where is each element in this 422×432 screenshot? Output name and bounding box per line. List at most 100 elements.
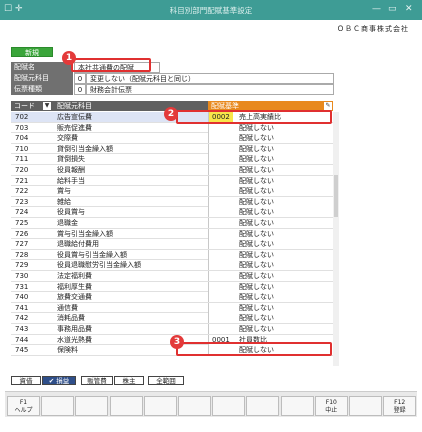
table-row[interactable]: 741 通信費 配賦しない [11, 302, 334, 314]
function-key-5[interactable] [143, 396, 177, 416]
new-button[interactable]: 新規 [11, 47, 53, 57]
row-allocation-standard[interactable]: 配賦しない [208, 218, 334, 228]
table-row[interactable]: 727 退職給付費用 配賦しない [11, 239, 334, 250]
function-key-9[interactable] [280, 396, 314, 416]
tab-all-range[interactable]: 全範囲 [148, 376, 184, 385]
function-key-1[interactable]: F1 ヘルプ [7, 396, 40, 416]
table-row[interactable]: 721 給料手当 配賦しない [11, 175, 334, 187]
function-key-6[interactable] [178, 396, 211, 416]
row-allocation-standard[interactable]: 配賦しない [208, 143, 334, 154]
row-code: 741 [15, 303, 29, 312]
row-allocation-standard[interactable]: 配賦しない [208, 249, 334, 260]
step-badge-3: 3 [170, 335, 184, 349]
table-row[interactable]: 743 事務用品費 配賦しない [11, 324, 334, 335]
scrollbar[interactable] [333, 112, 339, 366]
row-standard-name: 配賦しない [239, 166, 274, 174]
table-row[interactable]: 731 福利厚生費 配賦しない [11, 281, 334, 293]
row-allocation-standard[interactable]: 配賦しない [208, 313, 334, 324]
row-allocation-standard[interactable]: 配賦しない [208, 207, 334, 218]
table-row[interactable]: 723 雑給 配賦しない [11, 196, 334, 208]
close-button[interactable]: ✕ [405, 4, 413, 14]
row-standard-name: 配賦しない [239, 240, 274, 249]
fkey-number: F1 [19, 399, 28, 406]
row-standard-name: 配賦しない [239, 176, 274, 185]
row-standard-name: 配賦しない [239, 229, 274, 238]
highlight-box-2 [176, 110, 332, 124]
table-row[interactable]: 726 賞与引当金繰入額 配賦しない [11, 228, 334, 240]
row-allocation-standard[interactable]: 配賦しない [208, 175, 334, 186]
table-row[interactable]: 730 法定福利費 配賦しない [11, 271, 334, 282]
row-allocation-standard[interactable]: 配賦しない [208, 133, 334, 144]
company-name: ＯＢＣ商事株式会社 [337, 25, 409, 33]
table-row[interactable]: 711 貸倒損失 配賦しない [11, 154, 334, 165]
row-allocation-standard[interactable]: 配賦しない [208, 122, 334, 133]
row-allocation-standard[interactable]: 配賦しない [208, 324, 334, 334]
function-key-12[interactable]: F12 登録 [383, 396, 417, 416]
row-account: 役員退職慰労引当金繰入額 [57, 261, 141, 270]
row-code: 730 [15, 272, 29, 280]
table-row[interactable]: 724 役員賞与 配賦しない [11, 207, 334, 218]
pin-column-icon[interactable]: ✎ [324, 102, 332, 110]
row-account: 退職金 [57, 219, 78, 227]
row-code: 725 [15, 219, 29, 227]
row-allocation-standard[interactable]: 配賦しない [208, 292, 334, 303]
scrollbar-thumb[interactable] [334, 175, 338, 217]
function-key-4[interactable] [109, 396, 143, 416]
row-account: 役員賞与 [57, 208, 85, 217]
table-row[interactable]: 729 役員退職慰労引当金繰入額 配賦しない [11, 260, 334, 271]
table-row[interactable]: 725 退職金 配賦しない [11, 218, 334, 229]
tab-sga[interactable]: 販管費 [81, 376, 113, 385]
table-row[interactable]: 722 賞与 配賦しない [11, 186, 334, 197]
sort-dropdown-icon[interactable]: ▼ [43, 102, 51, 110]
row-allocation-standard[interactable]: 配賦しない [208, 186, 334, 197]
tab-profit-loss[interactable]: ✔ 損益 [42, 376, 76, 385]
minimize-button[interactable]: — [372, 4, 381, 14]
table-row[interactable]: 728 役員賞与引当金繰入額 配賦しない [11, 249, 334, 261]
function-key-3[interactable] [75, 396, 109, 416]
table-row[interactable]: 742 消耗品費 配賦しない [11, 313, 334, 324]
row-code: 744 [15, 335, 29, 344]
row-standard-name: 配賦しない [239, 144, 274, 153]
table-row[interactable]: 720 役員報酬 配賦しない [11, 165, 334, 176]
function-key-10[interactable]: F10 中止 [314, 396, 348, 416]
function-key-7[interactable] [212, 396, 246, 416]
restore-button[interactable]: ▭ [388, 4, 397, 14]
row-allocation-standard[interactable]: 配賦しない [208, 165, 334, 175]
row-account: 消耗品費 [57, 314, 85, 323]
row-allocation-standard[interactable]: 配賦しない [208, 239, 334, 250]
row-code: 704 [15, 134, 29, 143]
row-allocation-standard[interactable]: 配賦しない [208, 154, 334, 165]
source-account-code[interactable]: 0 [74, 73, 86, 84]
table-row[interactable]: 704 交際費 配賦しない [11, 133, 334, 144]
row-allocation-standard[interactable]: 配賦しない [208, 302, 334, 313]
row-allocation-standard[interactable]: 配賦しない [208, 196, 334, 207]
table-row[interactable]: 740 旅費交通費 配賦しない [11, 292, 334, 303]
fkey-label: 中止 [325, 407, 338, 414]
table-row[interactable]: 710 貸倒引当金繰入額 配賦しない [11, 143, 334, 155]
col-code[interactable]: コード [14, 101, 35, 111]
function-key-8[interactable] [246, 396, 280, 416]
row-account: 広告宣伝費 [57, 113, 92, 121]
row-standard-name: 配賦しない [239, 197, 274, 206]
step-badge-2: 2 [164, 107, 178, 121]
row-allocation-standard[interactable]: 配賦しない [208, 228, 334, 239]
row-account: 販売促進費 [57, 123, 92, 132]
row-account: 水道光熱費 [57, 335, 92, 344]
tab-balance[interactable]: 資借 [11, 376, 41, 385]
voucher-type-code[interactable]: 0 [74, 84, 86, 95]
table-row[interactable]: 703 販売促進費 配賦しない [11, 122, 334, 134]
row-code: 728 [15, 250, 29, 259]
title-bar: ☐ ✛ 科目別部門配賦基準設定 — ▭ ✕ [0, 0, 422, 20]
tab-shareholders[interactable]: 株主 [114, 376, 144, 385]
row-account: 交際費 [57, 134, 78, 143]
row-code: 726 [15, 229, 29, 238]
row-allocation-standard[interactable]: 配賦しない [208, 271, 334, 281]
function-key-2[interactable] [41, 396, 75, 416]
row-allocation-standard[interactable]: 配賦しない [208, 281, 334, 292]
row-account: 貸倒引当金繰入額 [57, 144, 113, 153]
row-allocation-standard[interactable]: 配賦しない [208, 260, 334, 271]
col-account[interactable]: 配賦元科目 [57, 101, 92, 111]
row-code: 745 [15, 346, 29, 355]
row-standard-name: 配賦しない [239, 325, 274, 333]
function-key-11[interactable] [349, 396, 382, 416]
